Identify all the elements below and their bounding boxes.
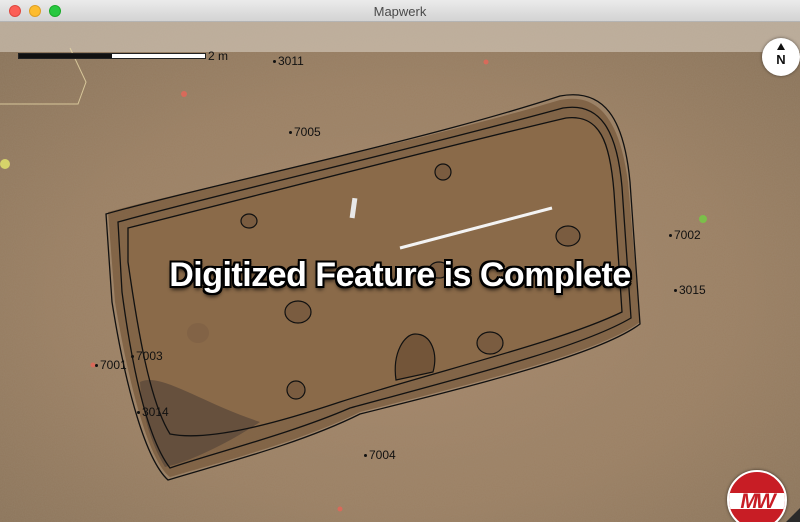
north-arrow-icon: N [762, 38, 800, 76]
completion-banner: Digitized Feature is Complete [169, 256, 631, 294]
feature-label[interactable]: 7005 [289, 125, 321, 139]
window-title: Mapwerk [373, 4, 427, 19]
feature-label[interactable]: 7002 [669, 228, 701, 242]
north-label: N [776, 52, 786, 67]
scale-bar [18, 53, 206, 59]
feature-label[interactable]: 7003 [131, 349, 163, 363]
app-window: Mapwerk 2 m N 3011 7005 7002 3015 7001 7… [0, 0, 800, 522]
logo-text: MW [740, 490, 775, 513]
app-logo: MW [727, 470, 787, 522]
title-bar: Mapwerk [0, 0, 800, 22]
feature-label[interactable]: 3011 [273, 54, 304, 68]
feature-label[interactable]: 3014 [137, 405, 169, 419]
feature-label[interactable]: 7004 [364, 448, 396, 462]
map-canvas[interactable]: 2 m N 3011 7005 7002 3015 7001 7003 3014… [0, 22, 800, 522]
resize-handle[interactable] [786, 508, 800, 522]
feature-label[interactable]: 7001 [95, 358, 127, 372]
scale-label: 2 m [208, 49, 229, 63]
